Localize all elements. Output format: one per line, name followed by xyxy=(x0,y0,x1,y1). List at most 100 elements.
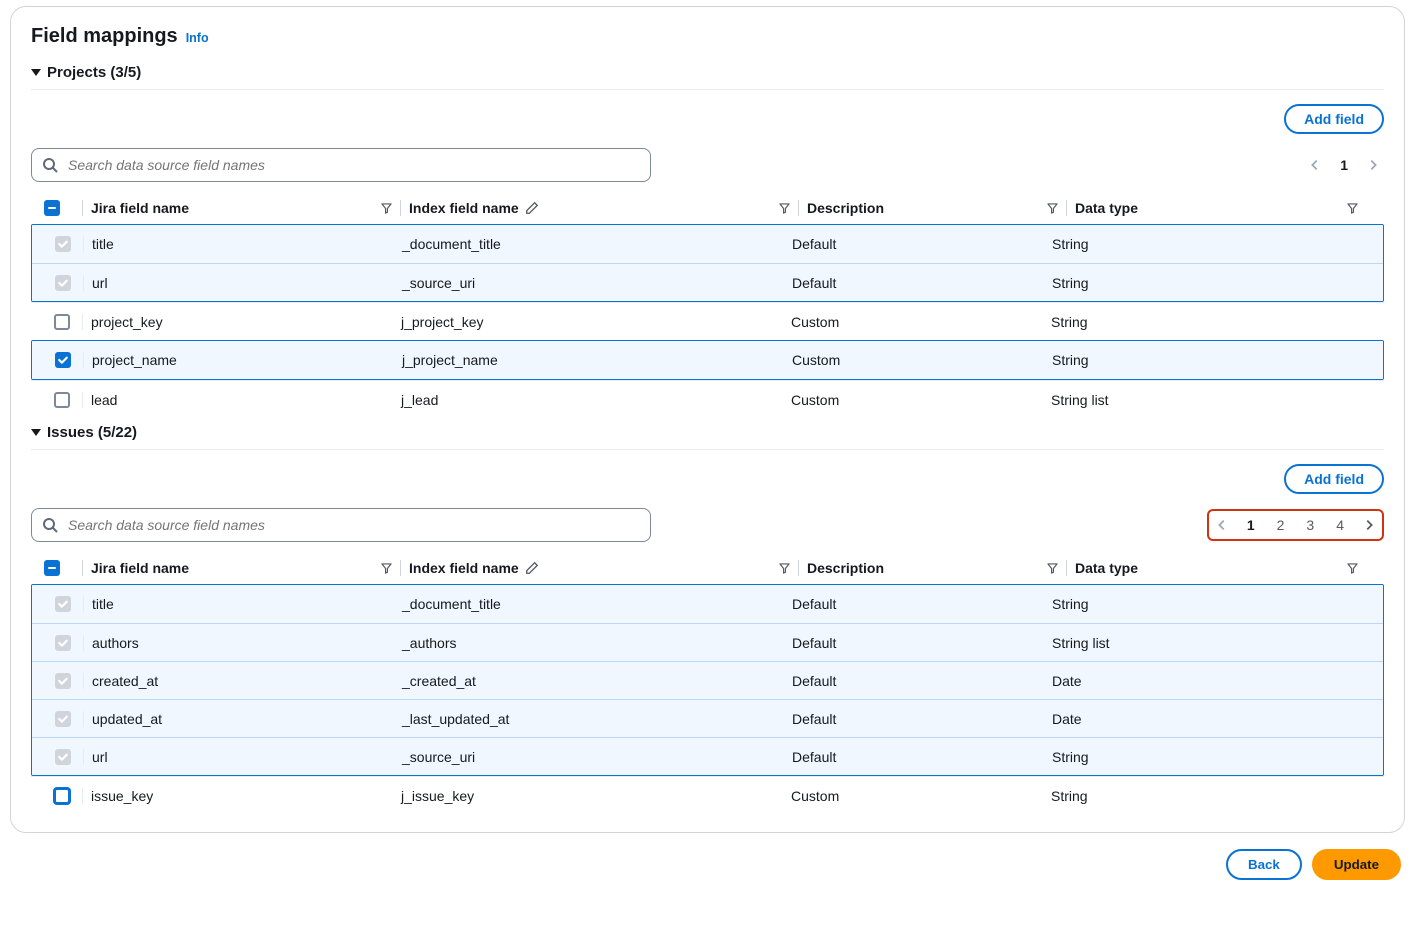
row-checkbox[interactable] xyxy=(55,749,71,765)
jira-field-name: url xyxy=(92,275,108,291)
add-field-button[interactable]: Add field xyxy=(1284,104,1384,134)
table-row: authors_authorsDefaultString list xyxy=(32,623,1383,661)
index-field-name-cell: j_project_name xyxy=(402,352,792,368)
table-row: url _source_uri DefaultString xyxy=(32,263,1383,301)
column-header-datatype[interactable]: Data type xyxy=(1075,560,1366,576)
checkbox-cell xyxy=(41,314,83,330)
column-label: Index field name xyxy=(409,560,519,576)
pager-page[interactable]: 4 xyxy=(1332,515,1348,535)
checkbox-cell xyxy=(42,711,84,727)
data-type-cell: String xyxy=(1052,275,1373,291)
row-checkbox[interactable] xyxy=(55,711,71,727)
checkbox-cell xyxy=(42,596,84,612)
search-box[interactable] xyxy=(31,508,651,542)
row-checkbox[interactable] xyxy=(55,352,71,368)
index-field-name: _source_uri xyxy=(402,749,475,765)
description-cell: Custom xyxy=(791,314,1051,330)
select-all-cell xyxy=(41,200,83,216)
pager-prev-icon[interactable] xyxy=(1215,518,1229,532)
data-type-cell: String xyxy=(1051,788,1374,804)
section-title: Projects (3/5) xyxy=(47,64,141,81)
section-header-projects[interactable]: Projects (3/5) xyxy=(31,58,1384,90)
row-checkbox[interactable] xyxy=(55,596,71,612)
description-cell: Default xyxy=(792,275,1052,291)
add-field-button[interactable]: Add field xyxy=(1284,464,1384,494)
index-field-name-cell: j_issue_key xyxy=(401,788,791,804)
description: Custom xyxy=(791,392,839,408)
description-cell: Custom xyxy=(791,392,1051,408)
column-header-datatype[interactable]: Data type xyxy=(1075,200,1366,216)
pager-page[interactable]: 1 xyxy=(1336,155,1352,175)
pager-next-icon[interactable] xyxy=(1366,158,1380,172)
edit-icon[interactable] xyxy=(525,561,539,575)
checkbox-cell xyxy=(42,749,84,765)
row-checkbox[interactable] xyxy=(55,236,71,252)
checkbox-cell xyxy=(42,275,84,291)
filter-icon[interactable] xyxy=(1347,563,1358,574)
filter-icon[interactable] xyxy=(381,563,392,574)
section-header-issues[interactable]: Issues (5/22) xyxy=(31,418,1384,450)
edit-icon[interactable] xyxy=(525,201,539,215)
checkbox-cell xyxy=(41,392,83,408)
filter-icon[interactable] xyxy=(1347,203,1358,214)
description: Default xyxy=(792,635,836,651)
column-header-description[interactable]: Description xyxy=(807,560,1067,576)
index-field-name: _source_uri xyxy=(402,275,475,291)
table-header: Jira field name Index field name Descripti… xyxy=(31,192,1384,224)
row-checkbox[interactable] xyxy=(54,314,70,330)
search-icon xyxy=(42,157,58,173)
checkbox-cell xyxy=(41,788,83,804)
pager-page[interactable]: 1 xyxy=(1243,515,1259,535)
row-checkbox[interactable] xyxy=(54,392,70,408)
info-link[interactable]: Info xyxy=(186,31,209,45)
description-cell: Default xyxy=(792,673,1052,689)
column-label: Description xyxy=(807,200,884,216)
table-row: issue_keyj_issue_keyCustomString xyxy=(31,776,1384,814)
table-row: updated_at_last_updated_atDefaultDate xyxy=(32,699,1383,737)
pager-page[interactable]: 2 xyxy=(1273,515,1289,535)
jira-field-name: title xyxy=(92,596,114,612)
column-header-index[interactable]: Index field name xyxy=(409,200,799,216)
update-button[interactable]: Update xyxy=(1312,849,1401,880)
search-input[interactable] xyxy=(66,156,640,174)
filter-icon[interactable] xyxy=(1047,203,1058,214)
description: Custom xyxy=(791,788,839,804)
index-field-name-cell: _created_at xyxy=(402,673,792,689)
index-field-name: j_issue_key xyxy=(401,788,474,804)
data-type: String list xyxy=(1051,392,1109,408)
search-box[interactable] xyxy=(31,148,651,182)
filter-icon[interactable] xyxy=(779,203,790,214)
select-all-checkbox[interactable] xyxy=(44,200,60,216)
index-field-name-cell: _source_uri xyxy=(402,749,792,765)
index-field-name-cell: j_project_key xyxy=(401,314,791,330)
filter-icon[interactable] xyxy=(1047,563,1058,574)
column-header-index[interactable]: Index field name xyxy=(409,560,799,576)
pager-page[interactable]: 3 xyxy=(1302,515,1318,535)
select-all-checkbox[interactable] xyxy=(44,560,60,576)
pager-next-icon[interactable] xyxy=(1362,518,1376,532)
column-label: Description xyxy=(807,560,884,576)
description-cell: Default xyxy=(792,596,1052,612)
table-row: project_namej_project_nameCustomString xyxy=(32,341,1383,379)
row-checkbox[interactable] xyxy=(55,275,71,291)
data-type: String xyxy=(1052,749,1089,765)
jira-field-name-cell: url xyxy=(92,749,402,765)
back-button[interactable]: Back xyxy=(1226,849,1302,880)
index-field-name: _last_updated_at xyxy=(402,711,509,727)
description-cell: Default xyxy=(792,749,1052,765)
column-header-jira[interactable]: Jira field name xyxy=(91,560,401,576)
row-checkbox[interactable] xyxy=(54,788,70,804)
column-header-description[interactable]: Description xyxy=(807,200,1067,216)
search-input[interactable] xyxy=(66,516,640,534)
filter-icon[interactable] xyxy=(381,203,392,214)
jira-field-name: project_key xyxy=(91,314,163,330)
pager-prev-icon[interactable] xyxy=(1308,158,1322,172)
data-type-cell: String xyxy=(1052,236,1373,252)
filter-icon[interactable] xyxy=(779,563,790,574)
jira-field-name-cell: project_key xyxy=(91,314,401,330)
column-header-jira[interactable]: Jira field name xyxy=(91,200,401,216)
row-checkbox[interactable] xyxy=(55,673,71,689)
description: Custom xyxy=(791,314,839,330)
row-checkbox[interactable] xyxy=(55,635,71,651)
data-type: String xyxy=(1052,352,1089,368)
